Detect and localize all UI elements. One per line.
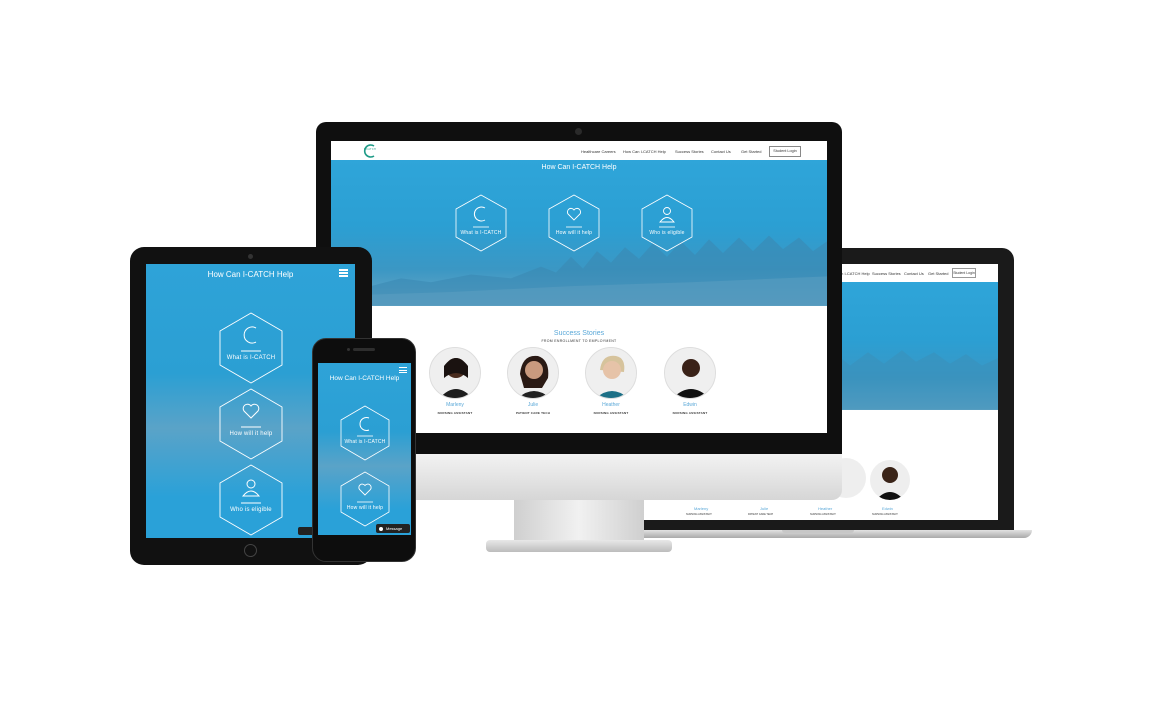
person-icon bbox=[641, 194, 693, 252]
person-photo bbox=[876, 467, 904, 500]
hex-label: What is I-CATCH bbox=[460, 230, 502, 236]
tablet-hero-title: How Can I-CATCH Help bbox=[207, 270, 294, 279]
avatar[interactable] bbox=[870, 460, 910, 500]
phone-hex-how-will-it-help[interactable]: How will it help bbox=[340, 471, 390, 527]
device-mockup-scene: Can I-CATCH Help Success Stories Contact… bbox=[0, 0, 1152, 722]
hexagon-outline bbox=[455, 194, 507, 252]
avatar bbox=[429, 347, 481, 399]
tablet-hex-who-is-eligible[interactable]: Who is eligible bbox=[219, 464, 283, 536]
message-label: Message bbox=[386, 526, 403, 531]
speaker-slot bbox=[353, 348, 375, 351]
nav-link-get-started[interactable]: Get Started bbox=[741, 149, 761, 154]
home-button[interactable] bbox=[244, 544, 257, 557]
monitor-stand-base bbox=[486, 540, 672, 552]
person-photo bbox=[665, 348, 715, 398]
hex-label: Who is eligible bbox=[649, 230, 685, 236]
hamburger-menu-icon[interactable] bbox=[399, 367, 407, 374]
story-person[interactable]: Heather NURSING ASSISTANT bbox=[585, 347, 637, 415]
tablet-hex-how-will-it-help[interactable]: How will it help bbox=[219, 388, 283, 460]
nav-link-contact-us[interactable]: Contact Us bbox=[711, 149, 731, 154]
camera-icon bbox=[248, 254, 253, 259]
laptop-person-role: NURSING ASSISTANT bbox=[872, 513, 898, 516]
nav-link-healthcare-careers[interactable]: Healthcare Careers bbox=[581, 149, 616, 154]
person-name: Edwin bbox=[683, 402, 697, 408]
person-name: Marleny bbox=[446, 402, 464, 408]
hex-label: What is I-CATCH bbox=[226, 355, 276, 361]
person-name: Heather bbox=[602, 402, 620, 408]
laptop-student-login-button[interactable]: Student Login bbox=[952, 268, 976, 278]
heart-icon bbox=[340, 471, 390, 527]
hex-how-will-it-help[interactable]: How will it help bbox=[548, 194, 600, 252]
nav-link-how-can-help[interactable]: How Can I-CATCH Help bbox=[623, 149, 666, 154]
person-photo bbox=[586, 348, 636, 398]
laptop-nav-link[interactable]: Get Started bbox=[928, 271, 948, 276]
story-person[interactable]: Julie PATIENT CARE TECH bbox=[507, 347, 559, 415]
hex-label: How will it help bbox=[555, 230, 593, 236]
hexagon-outline bbox=[340, 405, 390, 461]
phone: How Can I-CATCH Help What is I-CATCH How… bbox=[312, 338, 416, 562]
phone-hero-title: How Can I-CATCH Help bbox=[329, 375, 400, 382]
hex-label: What is I-CATCH bbox=[344, 439, 386, 445]
hex-label: How will it help bbox=[346, 505, 384, 511]
message-button[interactable]: Message bbox=[376, 524, 410, 533]
person-role: NURSING ASSISTANT bbox=[437, 411, 473, 415]
story-person[interactable]: Marleny NURSING ASSISTANT bbox=[429, 347, 481, 415]
desktop-hero-title: How Can I-CATCH Help bbox=[541, 164, 617, 171]
hex-what-is-icatch[interactable]: What is I-CATCH bbox=[455, 194, 507, 252]
tablet-hex-what-is-icatch[interactable]: What is I-CATCH bbox=[219, 312, 283, 384]
person-role: NURSING ASSISTANT bbox=[593, 411, 629, 415]
laptop-nav-link[interactable]: Success Stories bbox=[872, 271, 901, 276]
logo-text: I-CATCH bbox=[364, 148, 377, 151]
heart-icon bbox=[219, 388, 283, 460]
success-stories-title: Success Stories bbox=[553, 330, 605, 337]
hex-who-is-eligible[interactable]: Who is eligible bbox=[641, 194, 693, 252]
phone-hex-what-is-icatch[interactable]: What is I-CATCH bbox=[340, 405, 390, 461]
student-login-button[interactable]: Student Login bbox=[769, 146, 801, 157]
camera-icon bbox=[347, 348, 350, 351]
logo-c-icon bbox=[363, 144, 375, 158]
avatar bbox=[664, 347, 716, 399]
person-photo bbox=[430, 348, 480, 398]
desktop-nav: I-CATCH Healthcare Careers How Can I-CAT… bbox=[331, 141, 827, 161]
story-person[interactable]: Edwin NURSING ASSISTANT bbox=[664, 347, 716, 415]
person-role: NURSING ASSISTANT bbox=[672, 411, 708, 415]
person-role: PATIENT CARE TECH bbox=[515, 411, 551, 415]
chat-icon bbox=[379, 526, 383, 531]
heart-icon bbox=[548, 194, 600, 252]
nav-link-success-stories[interactable]: Success Stories bbox=[675, 149, 704, 154]
icatch-logo[interactable]: I-CATCH bbox=[361, 143, 379, 159]
avatar bbox=[507, 347, 559, 399]
monitor-stand-neck bbox=[514, 498, 644, 542]
person-name: Julie bbox=[527, 402, 539, 408]
camera-icon bbox=[575, 128, 582, 135]
hexagon-outline bbox=[219, 312, 283, 384]
laptop-nav-link[interactable]: Contact Us bbox=[904, 271, 924, 276]
laptop-person-name: Edwin bbox=[882, 506, 893, 511]
hamburger-menu-icon[interactable] bbox=[339, 269, 348, 277]
person-photo bbox=[508, 348, 558, 398]
hex-label: How will it help bbox=[229, 431, 273, 437]
person-icon bbox=[219, 464, 283, 536]
phone-screen: How Can I-CATCH Help What is I-CATCH How… bbox=[318, 363, 411, 535]
hex-label: Who is eligible bbox=[230, 507, 272, 513]
desktop-hero: How Can I-CATCH Help What is I-CATCH How… bbox=[331, 160, 827, 306]
avatar bbox=[585, 347, 637, 399]
